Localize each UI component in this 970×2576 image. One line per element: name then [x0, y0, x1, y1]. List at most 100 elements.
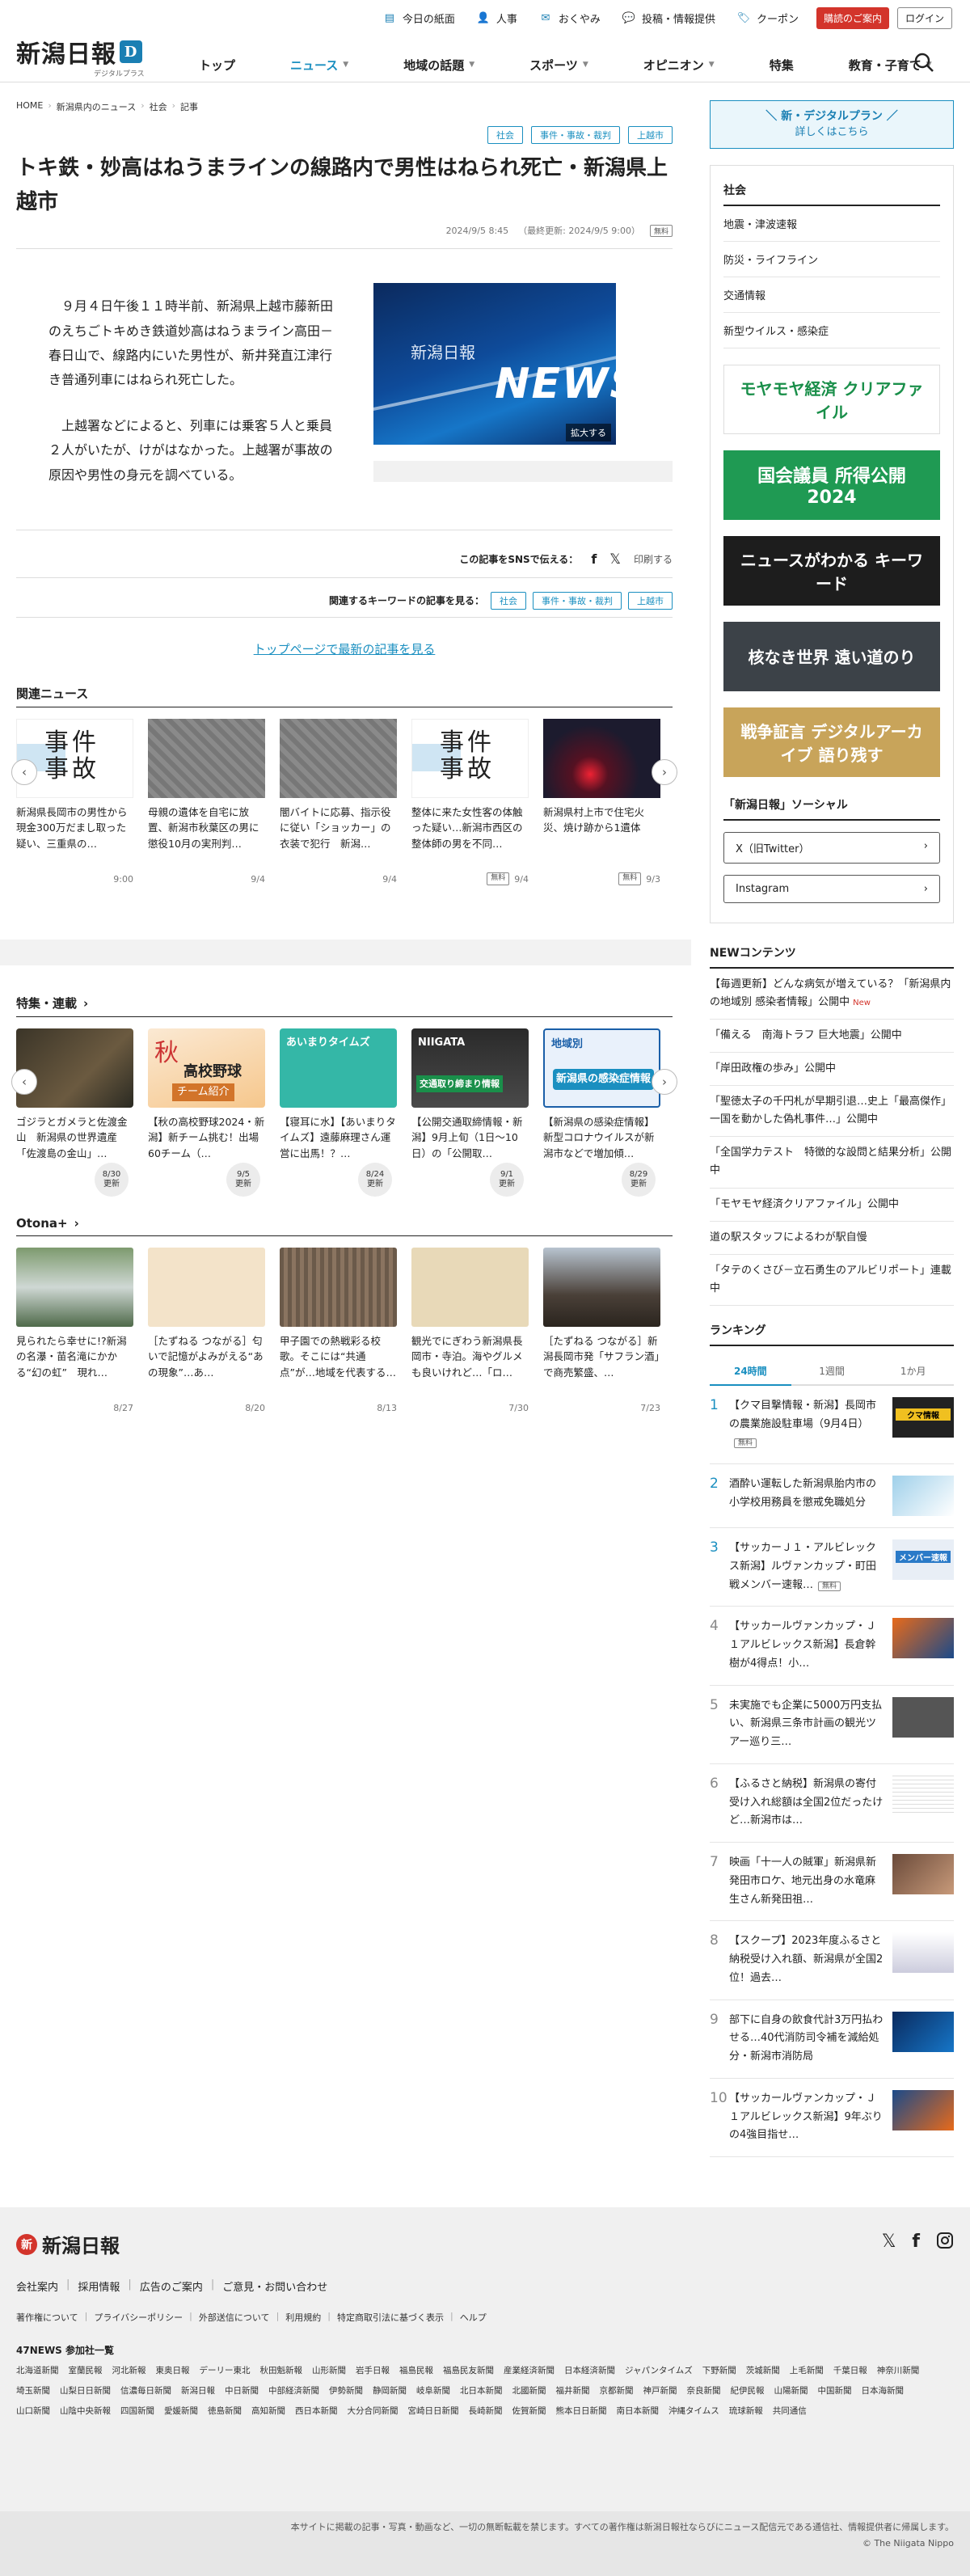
keyword-link[interactable]: 上越市: [628, 591, 673, 610]
carousel-next-button[interactable]: ›: [652, 758, 677, 785]
partner-paper-link[interactable]: 共同通信: [773, 2405, 807, 2417]
ranking-tab[interactable]: 24時間: [710, 1358, 791, 1386]
feature-card[interactable]: あいまりタイムズ 【寝耳に水】【あいまりタイムズ】遠藤麻理さん運営に出馬！？… 8/…: [280, 1028, 397, 1197]
keyword-link[interactable]: 事件・事故・裁判: [533, 591, 622, 610]
partner-paper-link[interactable]: 山形新聞: [312, 2364, 346, 2376]
partner-paper-link[interactable]: 西日本新聞: [295, 2405, 338, 2417]
ranking-item[interactable]: 1 【クマ目撃情報・新潟】長岡市の農業施設駐車場（9月4日） 無料 クマ情報: [710, 1386, 954, 1465]
new-content-link[interactable]: 「モヤモヤ経済クリアファイル」公開中: [710, 1189, 954, 1222]
footer-link-secondary[interactable]: 著作権について: [16, 2311, 78, 2324]
zoom-button[interactable]: 拡大する: [566, 424, 611, 442]
top-link-4[interactable]: 🏷 クーポン: [727, 9, 807, 27]
carousel-prev-button[interactable]: ‹: [11, 1069, 37, 1095]
article-photo[interactable]: 新潟日報 NEWS 拡大する: [373, 283, 673, 509]
partner-paper-link[interactable]: 紀伊民報: [731, 2384, 765, 2397]
footer-link[interactable]: ご意見・お問い合わせ: [222, 2278, 327, 2294]
carousel-prev-button[interactable]: ‹: [11, 758, 37, 785]
footer-link[interactable]: 採用情報: [78, 2278, 120, 2294]
nav-item-3[interactable]: スポーツ ▼: [502, 57, 616, 74]
partner-paper-link[interactable]: 山口新聞: [16, 2405, 50, 2417]
partner-paper-link[interactable]: 福島民報: [399, 2364, 433, 2376]
partner-paper-link[interactable]: 伊勢新聞: [329, 2384, 363, 2397]
partner-paper-link[interactable]: 東奥日報: [156, 2364, 190, 2376]
otona-card[interactable]: 観光でにぎわう新潟県長岡市・寺泊。海やグルメも良いけれど…「ロ… 7/30: [411, 1248, 529, 1415]
new-content-link[interactable]: 【毎週更新】どんな病気が増えている？「新潟県内の地域別 感染者情報」公開中 New: [710, 969, 954, 1020]
feature-card[interactable]: NIIGATA 交通取り締まり情報 【公開交通取締情報・新潟】9月上旬（1日〜10日…: [411, 1028, 529, 1197]
x-icon[interactable]: 𝕏: [882, 2232, 896, 2254]
partner-paper-link[interactable]: 北日本新聞: [460, 2384, 503, 2397]
top-link-2[interactable]: ✉ おくやみ: [529, 9, 609, 27]
new-content-link[interactable]: 「タテのくさび－立石勇生のアルビリポート」連載中: [710, 1255, 954, 1306]
social-button[interactable]: X（旧Twitter） ›: [723, 831, 940, 864]
facebook-icon[interactable]: f: [591, 551, 597, 567]
ranking-tab[interactable]: 1週間: [791, 1358, 873, 1384]
footer-link[interactable]: 会社案内: [16, 2278, 58, 2294]
partner-paper-link[interactable]: 山陰中央新報: [60, 2405, 111, 2417]
partner-paper-link[interactable]: 秋田魁新報: [260, 2364, 303, 2376]
partner-paper-link[interactable]: 山梨日日新聞: [60, 2384, 111, 2397]
breadcrumb-item[interactable]: 社会: [150, 100, 167, 113]
feature-banner[interactable]: 戦争証言 デジタルアーカイブ 語り残す: [723, 707, 940, 777]
new-content-link[interactable]: 「全国学力テスト 特徴的な設問と結果分析」公開中: [710, 1137, 954, 1189]
ranking-item[interactable]: 9 部下に自身の飲食代計3万円払わせる…40代消防司令補を減給処分・新潟市消防局: [710, 2000, 954, 2079]
partner-paper-link[interactable]: 宮崎日日新聞: [408, 2405, 459, 2417]
partner-paper-link[interactable]: 日本経済新聞: [564, 2364, 615, 2376]
partner-paper-link[interactable]: 河北新報: [112, 2364, 146, 2376]
feature-card[interactable]: ゴジラとガメラと佐渡金山 新潟県の世界遺産「佐渡島の金山」… 8/30 更新: [16, 1028, 133, 1197]
partner-paper-link[interactable]: 中国新聞: [818, 2384, 852, 2397]
nav-item-1[interactable]: ニュース ▼: [263, 57, 376, 74]
partner-paper-link[interactable]: 埼玉新聞: [16, 2384, 50, 2397]
feature-card[interactable]: 秋高校野球 チーム紹介 【秋の高校野球2024・新潟】新チーム挑む！出場60チーム（…: [148, 1028, 265, 1197]
related-news-card[interactable]: 事件事故 整体に来た女性客の体触った疑い…新潟市西区の整体師の男を不同… 無料 9/4: [411, 718, 529, 886]
partner-paper-link[interactable]: 茨城新聞: [746, 2364, 780, 2376]
nav-item-4[interactable]: オピニオン ▼: [616, 57, 742, 74]
partner-paper-link[interactable]: 福島民友新聞: [443, 2364, 494, 2376]
ranking-item[interactable]: 3 【サッカーＪ１・アルビレックス新潟】ルヴァンカップ・町田戦メンバー速報… 無料メ…: [710, 1528, 954, 1607]
tag-link[interactable]: 事件・事故・裁判: [531, 126, 620, 144]
partner-paper-link[interactable]: 北國新聞: [512, 2384, 546, 2397]
otona-card[interactable]: 見られたら幸せに!?新潟の名瀑・苗名滝にかかる“幻の虹” 現れ… 8/27: [16, 1248, 133, 1415]
partner-paper-link[interactable]: 神奈川新聞: [877, 2364, 920, 2376]
feature-banner[interactable]: モヤモヤ経済 クリアファイル: [723, 364, 940, 434]
ranking-item[interactable]: 2 酒酔い運転した新潟県胎内市の小学校用務員を懲戒免職処分: [710, 1464, 954, 1529]
nav-item-2[interactable]: 地域の話題 ▼: [376, 57, 502, 74]
new-content-link[interactable]: 「備える 南海トラフ 巨大地震」公開中: [710, 1020, 954, 1054]
x-icon[interactable]: 𝕏: [609, 551, 621, 568]
category-link[interactable]: 新型ウイルス・感染症: [723, 313, 940, 348]
partner-paper-link[interactable]: 沖縄タイムス: [668, 2405, 719, 2417]
feature-banner[interactable]: 国会議員 所得公開 2024: [723, 450, 940, 520]
ranking-item[interactable]: 6 【ふるさと納税】新潟県の寄付受け入れ総額は全国2位だったけど…新潟市は…: [710, 1764, 954, 1843]
partner-paper-link[interactable]: 四国新聞: [120, 2405, 154, 2417]
top-link-0[interactable]: ▤ 今日の紙面: [373, 9, 463, 27]
partner-paper-link[interactable]: デーリー東北: [200, 2364, 251, 2376]
new-content-link[interactable]: 「聖徳太子の千円札が早期引退…史上「最高傑作」一国を動かした偽札事件…」公開中: [710, 1086, 954, 1138]
ranking-item[interactable]: 4 【サッカールヴァンカップ・Ｊ１アルビレックス新潟】長倉幹樹が4得点！小…: [710, 1607, 954, 1686]
digital-plan-banner[interactable]: ＼ 新・デジタルプラン ／ 詳しくはこちら: [710, 100, 954, 149]
partner-paper-link[interactable]: ジャパンタイムズ: [625, 2364, 693, 2376]
site-logo[interactable]: 新潟日報 D デジタルプラス: [16, 34, 145, 78]
print-link[interactable]: 印刷する: [634, 552, 673, 566]
related-news-card[interactable]: 新潟県村上市で住宅火災、焼け跡から1遺体 無料 9/3: [543, 718, 660, 886]
tag-link[interactable]: 上越市: [628, 126, 673, 144]
footer-link-secondary[interactable]: ヘルプ: [460, 2311, 487, 2324]
related-news-card[interactable]: 事件事故 新潟県長岡市の男性から現金300万だまし取った疑い、三重県の… 9:00: [16, 718, 133, 886]
instagram-icon[interactable]: [936, 2232, 954, 2254]
partner-paper-link[interactable]: 産業経済新聞: [504, 2364, 555, 2376]
related-news-card[interactable]: 闇バイトに応募、指示役に従い「ショッカー」の衣装で犯行 新潟… 9/4: [280, 718, 397, 886]
partner-paper-link[interactable]: 岩手日報: [356, 2364, 390, 2376]
partner-paper-link[interactable]: 京都新聞: [600, 2384, 634, 2397]
footer-logo[interactable]: 新新潟日報: [16, 2230, 120, 2258]
partner-paper-link[interactable]: 中部経済新聞: [268, 2384, 319, 2397]
facebook-icon[interactable]: f: [912, 2232, 920, 2254]
partner-paper-link[interactable]: 静岡新聞: [373, 2384, 407, 2397]
partner-paper-link[interactable]: 高知新聞: [251, 2405, 285, 2417]
footer-link-secondary[interactable]: プライバシーポリシー: [94, 2311, 183, 2324]
subscribe-button[interactable]: 購読のご案内: [816, 6, 889, 29]
partner-paper-link[interactable]: 福井新聞: [556, 2384, 590, 2397]
partner-paper-link[interactable]: 大分合同新聞: [348, 2405, 399, 2417]
new-content-link[interactable]: 「岸田政権の歩み」公開中: [710, 1053, 954, 1087]
partner-paper-link[interactable]: 徳島新聞: [208, 2405, 242, 2417]
top-link-3[interactable]: 💬 投稿・情報提供: [612, 9, 723, 27]
partner-paper-link[interactable]: 長崎新聞: [469, 2405, 503, 2417]
otona-heading[interactable]: Otona+ ›: [16, 1216, 673, 1236]
